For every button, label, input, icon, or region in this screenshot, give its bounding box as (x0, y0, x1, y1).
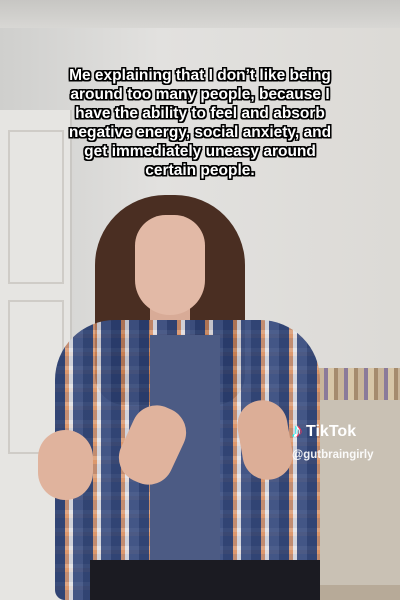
watermark-brand: TikTok (306, 422, 357, 440)
door-panel (8, 130, 64, 284)
tiktok-note-icon: ♪ (292, 420, 302, 442)
tiktok-watermark: ♪ TikTok @gutbraingirly (292, 420, 374, 461)
person-arm (38, 430, 93, 500)
ceiling (0, 0, 400, 28)
watermark-handle: @gutbraingirly (292, 449, 374, 461)
caption-overlay: Me explaining that I don’t like being ar… (68, 67, 332, 179)
pants (90, 560, 320, 600)
person-face (135, 215, 205, 315)
wallpaper-border (318, 368, 400, 400)
